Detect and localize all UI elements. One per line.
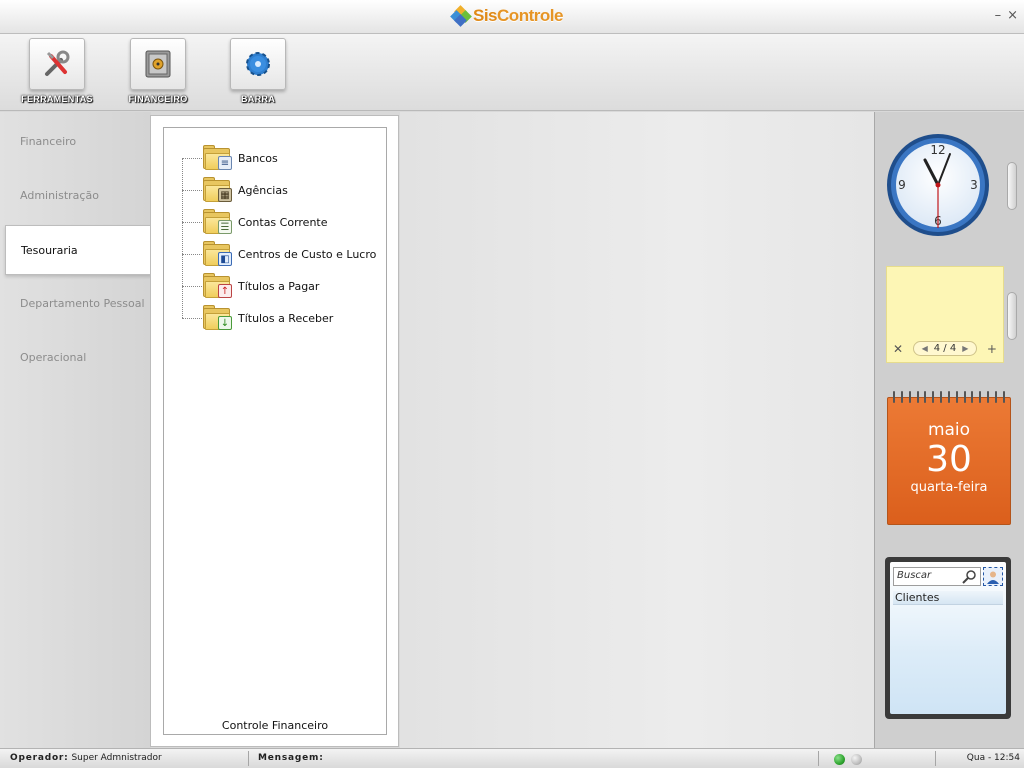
toolbar-label: FERRAMENTAS <box>21 94 93 104</box>
clock-number-3: 3 <box>970 178 978 192</box>
book-icon: ◧ <box>202 240 232 268</box>
calendar-month: maio <box>927 420 971 440</box>
status-bar: Operador: Super Admnistrador Mensagem: Q… <box>0 748 1024 768</box>
tree-item-titulos-pagar[interactable]: ↑ Títulos a Pagar <box>182 271 382 301</box>
toolbar-label: BARRA <box>241 94 275 104</box>
main-area <box>400 112 874 748</box>
nav-item-financeiro[interactable]: Financeiro <box>0 117 151 167</box>
toolbar-financeiro[interactable]: FINANCEIRO <box>113 38 203 110</box>
nav-item-tesouraria[interactable]: Tesouraria <box>5 225 152 275</box>
status-led-green <box>834 754 845 765</box>
panel-footer: Controle Financeiro <box>221 719 329 732</box>
app-title: SisControle <box>473 6 563 25</box>
search-input[interactable]: Buscar <box>893 567 981 586</box>
gear-icon <box>246 52 270 76</box>
logo-icon <box>450 5 472 27</box>
note-next-icon[interactable]: ▶ <box>962 344 968 353</box>
bank-icon: ≡ <box>202 144 232 172</box>
toolbar-label: FINANCEIRO <box>128 94 188 104</box>
user-icon <box>987 571 999 584</box>
title-bar: SisControle – × <box>0 0 1024 34</box>
status-time: Qua - 12:54 <box>966 753 1020 763</box>
clock-scroll-handle[interactable] <box>1007 162 1017 210</box>
status-led-gray <box>851 754 862 765</box>
calendar-weekday: quarta-feira <box>910 480 988 495</box>
arrow-up-icon: ↑ <box>202 272 232 300</box>
operator-info: Operador: Super Admnistrador <box>10 753 162 763</box>
note-add-button[interactable]: + <box>987 342 997 356</box>
note-close-button[interactable]: ✕ <box>893 342 903 356</box>
search-result-row[interactable]: Clientes <box>893 591 1003 605</box>
toolbar: FERRAMENTAS FINANCEIRO BARRA <box>0 34 1024 111</box>
note-pager: ◀ 4 / 4 ▶ <box>912 341 978 356</box>
tree-item-bancos[interactable]: ≡ Bancos <box>182 143 382 173</box>
arrow-down-icon: ↓ <box>202 304 232 332</box>
clock-number-12: 12 <box>930 143 945 157</box>
search-icon[interactable] <box>961 569 977 585</box>
message-label: Mensagem: <box>258 753 324 763</box>
nav-item-operacional[interactable]: Operacional <box>0 333 151 383</box>
note-prev-icon[interactable]: ◀ <box>922 344 928 353</box>
tools-icon <box>45 50 70 76</box>
toolbar-barra[interactable]: BARRA <box>213 38 303 110</box>
toolbar-ferramentas[interactable]: FERRAMENTAS <box>12 38 102 110</box>
right-sidebar: 12 3 6 9 ✕ ◀ 4 / 4 ▶ + maio 30 quarta-fe… <box>874 112 1024 748</box>
building-icon: ▦ <box>202 176 232 204</box>
sticky-note-widget: ✕ ◀ 4 / 4 ▶ + <box>886 266 1004 363</box>
tree-item-centros-custo-lucro[interactable]: ◧ Centros de Custo e Lucro <box>182 239 382 269</box>
left-nav: Financeiro Administração Tesouraria Depa… <box>0 112 152 748</box>
calendar-rings <box>893 391 1005 403</box>
tree-item-agencias[interactable]: ▦ Agências <box>182 175 382 205</box>
calendar-day: 30 <box>926 439 972 480</box>
ledger-icon: ☰ <box>202 208 232 236</box>
calendar-widget: maio 30 quarta-feira <box>887 391 1011 525</box>
note-pager-text: 4 / 4 <box>933 343 957 354</box>
nav-item-departamento-pessoal[interactable]: Departamento Pessoal <box>0 279 151 329</box>
operator-name: Super Admnistrador <box>71 753 162 763</box>
tree-item-titulos-receber[interactable]: ↓ Títulos a Receber <box>182 303 382 333</box>
clock-number-9: 9 <box>898 178 906 192</box>
nav-item-administracao[interactable]: Administração <box>0 171 151 221</box>
clock-widget: 12 3 6 9 <box>887 134 989 236</box>
search-widget: Buscar Clientes <box>885 557 1011 719</box>
note-scroll-handle[interactable] <box>1007 292 1017 340</box>
app-logo: SisControle <box>450 5 563 27</box>
close-button[interactable]: × <box>1007 8 1018 24</box>
safe-icon <box>145 50 171 78</box>
tree-panel: ≡ Bancos ▦ Agências ☰ Contas Corrente ◧ … <box>150 115 399 747</box>
tree-item-contas-corrente[interactable]: ☰ Contas Corrente <box>182 207 382 237</box>
minimize-button[interactable]: – <box>995 8 1002 24</box>
user-search-button[interactable] <box>983 567 1003 586</box>
